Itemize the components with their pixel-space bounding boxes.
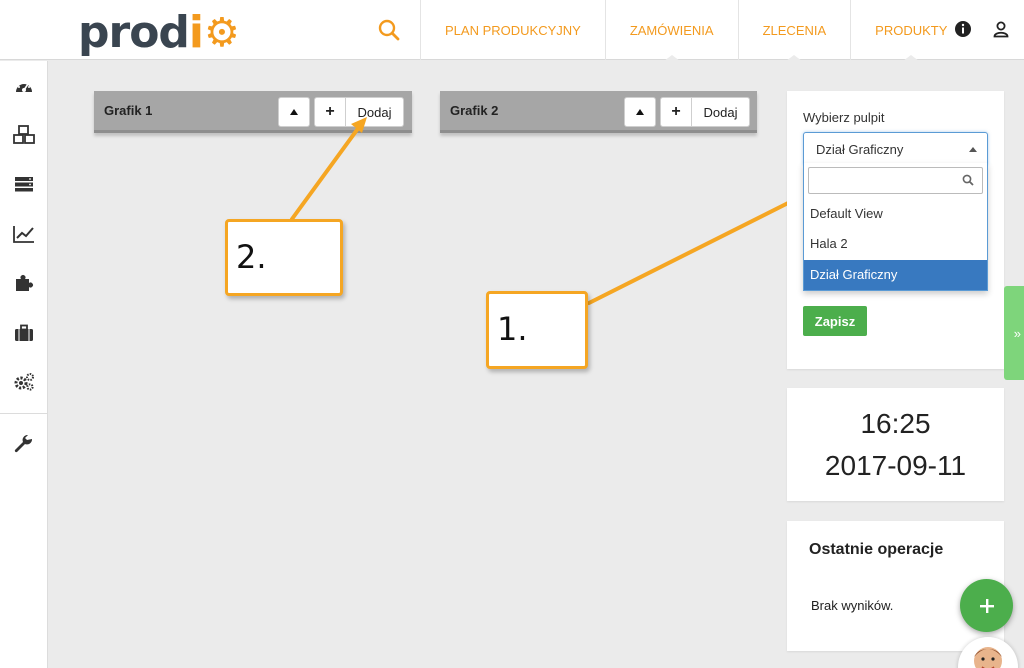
callout-label: 2. [236, 238, 267, 276]
search-icon[interactable] [370, 12, 408, 48]
nav-caret [663, 55, 680, 61]
sidebar-divider [0, 413, 48, 414]
logo-text-i: i [188, 7, 204, 58]
info-icon[interactable] [950, 16, 976, 42]
dropdown-option-dzial-graficzny[interactable]: Dział Graficzny [804, 260, 987, 290]
callout-box-2: 2. [225, 219, 343, 296]
callout-label: 1. [497, 310, 528, 348]
nav-label: ZLECENIA [762, 22, 827, 38]
dropdown-search-input[interactable] [808, 167, 983, 194]
nav-plan-produkcyjny[interactable]: PLAN PRODUKCYJNY [420, 0, 605, 60]
add-plus-button[interactable]: + [314, 97, 346, 127]
logo-gear-icon: ⚙ [204, 10, 240, 56]
pulpit-selected-value: Dział Graficzny [816, 142, 904, 157]
plus-icon [979, 598, 994, 613]
clock-time: 16:25 [860, 408, 931, 439]
grafik-title: Grafik 2 [450, 103, 499, 118]
nav-zlecenia[interactable]: ZLECENIA [737, 0, 851, 61]
clock-panel: 16:25 2017-09-11 [787, 388, 1004, 501]
server-icon[interactable] [0, 164, 48, 204]
logo-text-prod: prod [78, 7, 190, 58]
arrow-line-1 [587, 195, 802, 305]
dropdown-option-default-view[interactable]: Default View [804, 199, 987, 229]
user-icon[interactable] [988, 16, 1014, 42]
dropdown-option-hala-2[interactable]: Hala 2 [804, 229, 987, 259]
move-up-button[interactable] [278, 97, 310, 127]
dodaj-button[interactable]: Dodaj [346, 97, 404, 127]
dashboard-icon[interactable] [0, 66, 48, 106]
nav-caret [903, 55, 920, 61]
triangle-up-icon [290, 109, 298, 115]
callout-box-1: 1. [486, 291, 588, 369]
add-fab-button[interactable] [960, 579, 1013, 632]
dodaj-button[interactable]: Dodaj [692, 97, 750, 127]
grafik-widget-2: Grafik 2 + Dodaj [440, 91, 757, 133]
grafik-widget-1: Grafik 1 + Dodaj [94, 91, 412, 133]
pulpit-label: Wybierz pulpit [803, 110, 885, 125]
cogs-icon[interactable] [0, 362, 48, 402]
clock-date: 2017-09-11 [824, 450, 967, 481]
add-plus-button[interactable]: + [660, 97, 692, 127]
puzzle-icon[interactable] [0, 263, 48, 303]
operations-empty-message: Brak wyników. [811, 598, 894, 613]
nav-caret [786, 55, 803, 61]
left-sidebar [0, 61, 48, 668]
top-header: prod i ⚙ PLAN PRODUKCYJNY ZAMÓWIENIA ZLECE… [0, 0, 1024, 61]
dropdown-triangle-icon [969, 147, 977, 152]
nav-label: ZAMÓWIENIA [629, 22, 714, 38]
operations-title: Ostatnie operacje [809, 541, 944, 558]
pulpit-select[interactable]: Dział Graficzny [803, 132, 988, 165]
arrow-line-2 [290, 121, 364, 221]
pulpit-dropdown: Default View Hala 2 Dział Graficzny [803, 163, 988, 291]
briefcase-icon[interactable] [0, 313, 48, 353]
triangle-up-icon [636, 109, 644, 115]
prodio-logo[interactable]: prod i ⚙ [78, 7, 240, 58]
boxes-icon[interactable] [0, 115, 48, 155]
move-up-button[interactable] [624, 97, 656, 127]
search-icon [962, 174, 974, 186]
nav-label: PLAN PRODUKCYJNY [445, 22, 581, 38]
grafik-title: Grafik 1 [104, 103, 153, 118]
chart-line-icon[interactable] [0, 214, 48, 254]
wrench-icon[interactable] [0, 425, 48, 465]
main-nav: PLAN PRODUKCYJNY ZAMÓWIENIA ZLECENIA PRO… [420, 0, 971, 61]
nav-zamowienia[interactable]: ZAMÓWIENIA [604, 0, 738, 61]
zapisz-button[interactable]: Zapisz [803, 306, 867, 336]
side-panel-toggle[interactable]: » [1004, 286, 1024, 380]
